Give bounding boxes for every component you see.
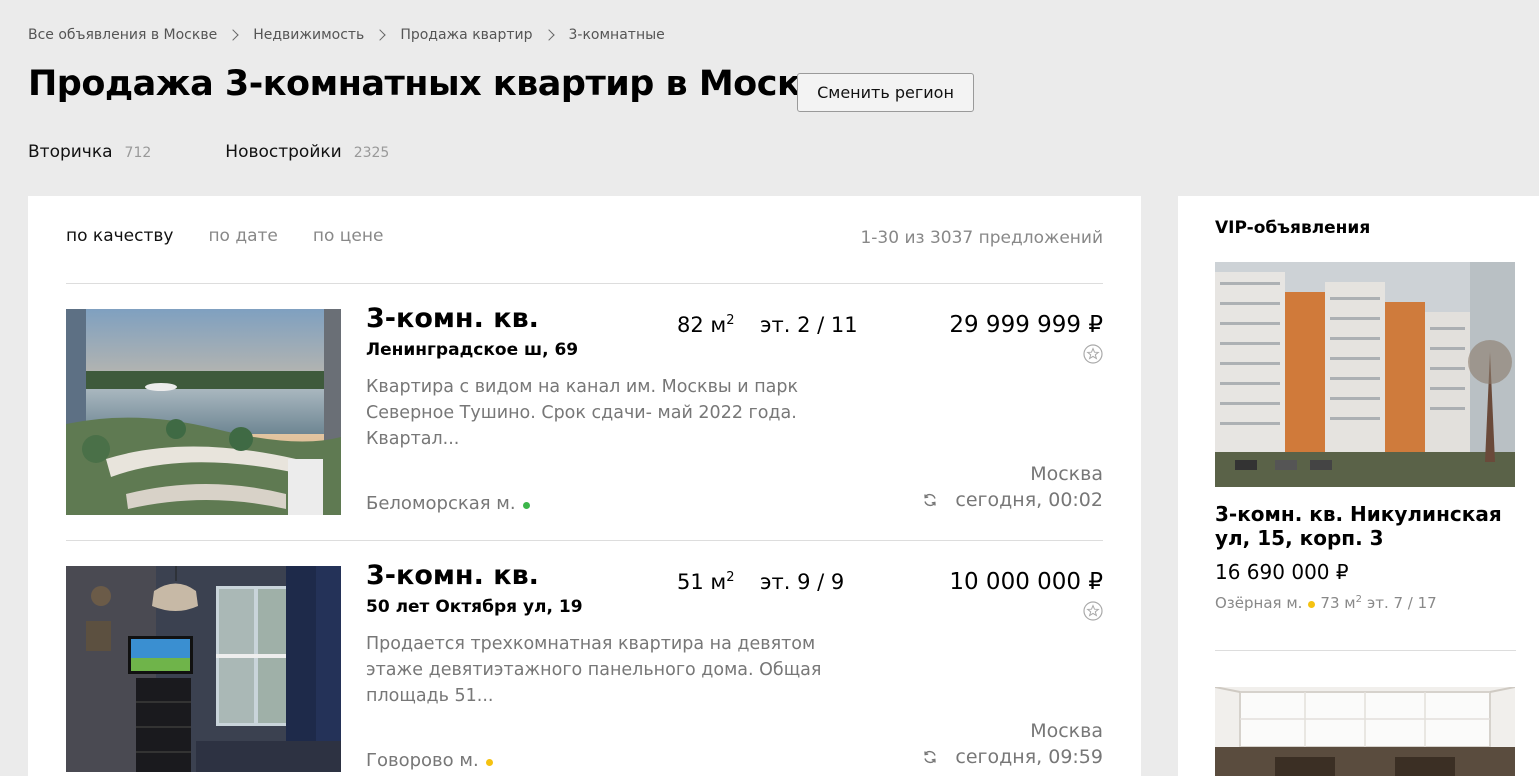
change-region-button[interactable]: Сменить регион [797,73,974,112]
breadcrumb-item-3-rooms[interactable]: 3-комнатные [569,27,665,43]
listing-date-text: сегодня, 09:59 [955,746,1103,768]
listing-area-value: 51 м [677,570,727,594]
metro-line-dot [522,501,530,509]
listing-price: 29 999 999 ₽ [949,312,1103,338]
listing-address: Ленинградское ш, 69 [366,340,579,360]
listings-panel: по качеству по дате по цене 1-30 из 3037… [28,196,1141,776]
vip-listing-photo[interactable] [1215,262,1515,487]
vip-listing-price: 16 690 000 ₽ [1215,560,1349,584]
vip-listing-photo-image [1215,262,1515,487]
listing-item[interactable]: 3-комн. кв. 50 лет Октября ул, 19 51 м2 … [66,560,1103,776]
listing-city: Москва [1030,720,1103,742]
tab-label: Вторичка [28,142,113,162]
listing-area: 82 м2 [677,313,735,337]
breadcrumb: Все объявления в Москве Недвижимость Про… [28,25,665,45]
listing-metro: Говорово м. [366,750,493,771]
breadcrumb-item-real-estate[interactable]: Недвижимость [253,27,364,43]
listing-address: 50 лет Октября ул, 19 [366,597,583,617]
divider [66,283,1103,284]
vip-title: VIP-объявления [1215,218,1371,238]
metro-station: Беломорская м. [366,493,516,514]
vip-listing-area-unit-exponent: 2 [1355,594,1362,605]
listing-floor: эт. 9 / 9 [760,570,845,594]
listing-photo-image [66,566,341,772]
listing-date-text: сегодня, 00:02 [955,489,1103,511]
listing-floor: эт. 2 / 11 [760,313,858,337]
divider [66,540,1103,541]
listing-description: Квартира с видом на канал им. Москвы и п… [366,377,799,449]
vip-listing-floor: эт. 7 / 17 [1366,594,1437,612]
metro-station: Говорово м. [366,750,479,771]
listing-photo[interactable] [66,309,341,515]
sort-by-price[interactable]: по цене [313,226,384,246]
listing-title[interactable]: 3-комн. кв. [366,560,539,591]
breadcrumb-item-apartment-sale[interactable]: Продажа квартир [400,27,532,43]
listing-city: Москва [1030,463,1103,485]
sort-by-quality[interactable]: по качеству [66,226,173,246]
listing-title[interactable]: 3-комн. кв. [366,303,539,334]
metro-line-dot [485,758,493,766]
vip-listing-photo[interactable] [1215,687,1515,776]
star-icon[interactable] [1083,601,1103,621]
listing-item[interactable]: 3-комн. кв. Ленинградское ш, 69 82 м2 эт… [66,303,1103,519]
sort-bar: по качеству по дате по цене [66,226,418,246]
listing-date: сегодня, 00:02 [922,489,1103,511]
listing-description: Продается трехкомнатная квартира на девя… [366,634,822,706]
vip-listing-meta: Озёрная м. 73 м2 эт. 7 / 17 [1215,594,1437,612]
breadcrumb-item-all-moscow[interactable]: Все объявления в Москве [28,27,217,43]
divider [1215,650,1516,651]
tab-new-buildings[interactable]: Новостройки 2325 [225,142,389,162]
metro-station: Озёрная м. [1215,594,1303,612]
category-tabs: Вторичка 712 Новостройки 2325 [28,142,389,162]
listing-metro: Беломорская м. [366,493,530,514]
chevron-right-icon [540,28,562,42]
tab-count: 2325 [353,145,390,161]
listing-price: 10 000 000 ₽ [949,569,1103,595]
listing-photo-image [66,309,341,515]
tab-label: Новостройки [225,142,342,162]
listing-area-unit-exponent: 2 [726,313,735,328]
vip-listing-photo-image [1215,687,1515,776]
tab-count: 712 [124,145,152,161]
chevron-right-icon [224,28,246,42]
vip-panel: VIP-объявления 3-комн. кв. Никулинская у… [1178,196,1539,776]
chevron-right-icon [371,28,393,42]
vip-listing-title[interactable]: 3-комн. кв. Никулинская ул, 15, корп. 3 [1215,502,1505,550]
listing-date: сегодня, 09:59 [922,746,1103,768]
star-icon[interactable] [1083,344,1103,364]
sort-by-date[interactable]: по дате [208,226,277,246]
vip-listing-area: 73 м2 [1320,594,1362,612]
metro-line-dot [1308,600,1316,608]
page-title: Продажа 3-комнатных квартир в Москве [28,64,846,104]
listing-area-value: 82 м [677,313,727,337]
tab-secondary[interactable]: Вторичка 712 [28,142,151,162]
refresh-icon [924,750,937,764]
vip-listing-area-value: 73 м [1320,594,1356,612]
refresh-icon [924,493,937,507]
listing-photo[interactable] [66,566,341,772]
listing-area: 51 м2 [677,570,735,594]
results-count: 1-30 из 3037 предложений [860,228,1103,248]
listing-area-unit-exponent: 2 [726,570,735,585]
